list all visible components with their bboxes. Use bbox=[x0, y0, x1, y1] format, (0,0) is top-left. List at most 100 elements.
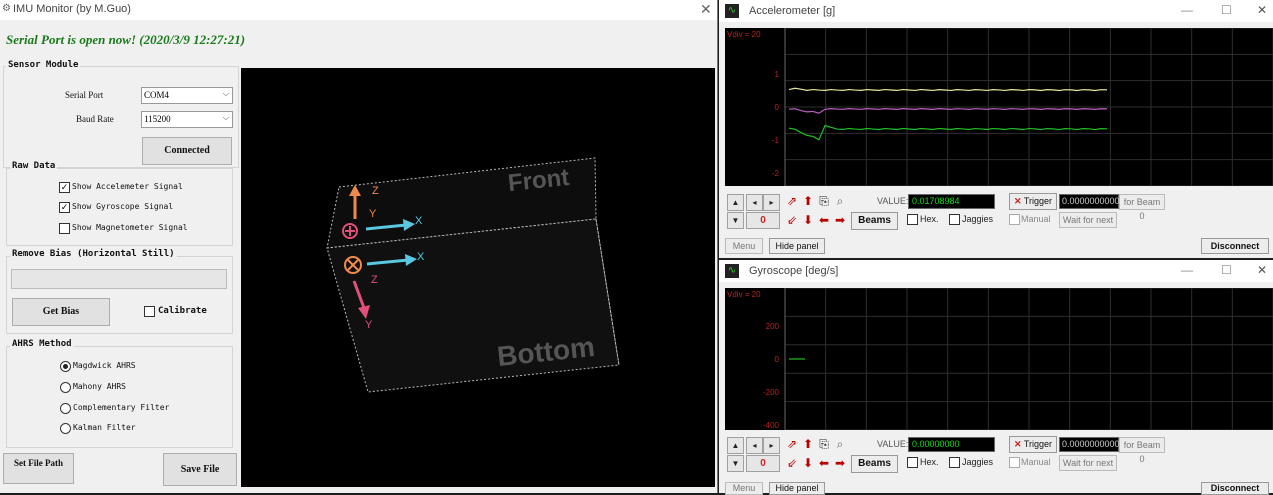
baud-rate-label: Baud Rate bbox=[76, 114, 114, 124]
step-back-button[interactable]: ◂ bbox=[746, 194, 763, 211]
ahrs-option-label: Complementary Filter bbox=[73, 403, 170, 412]
move-right-icon[interactable]: ➡ bbox=[833, 213, 847, 227]
ahrs-radio-complementary[interactable] bbox=[60, 403, 71, 414]
gyro-checkbox[interactable]: ✓ bbox=[59, 202, 70, 213]
minimize-icon[interactable]: — bbox=[1181, 3, 1193, 17]
y-tick-label: 200 bbox=[766, 322, 780, 331]
jaggies-checkbox[interactable] bbox=[949, 457, 960, 468]
trigger-button[interactable]: ✕ Trigger bbox=[1009, 436, 1057, 453]
move-left-icon[interactable]: ⬅ bbox=[817, 456, 831, 470]
close-icon[interactable]: ✕ bbox=[700, 1, 712, 18]
diagonal-tool-icon[interactable]: ⇙ bbox=[785, 456, 799, 470]
disconnect-button[interactable]: Disconnect bbox=[1201, 482, 1269, 495]
gyroscope-window: ∿ Gyroscope [deg/s] — ☐ ✕ 200 0 -200 -400 V… bbox=[719, 260, 1273, 495]
wait-for-next-button[interactable]: Wait for next bbox=[1059, 455, 1117, 471]
accelerometer-plot[interactable]: 10-1-2-3 Vdiv = 20 bbox=[725, 28, 1273, 186]
close-icon[interactable]: ✕ bbox=[1257, 263, 1267, 277]
ahrs-radio-mahony[interactable] bbox=[60, 382, 71, 393]
trigger-button[interactable]: ✕ Trigger bbox=[1009, 193, 1057, 210]
chevron-down-icon: ⌵ bbox=[222, 113, 229, 122]
wait-for-next-button[interactable]: Wait for next bbox=[1059, 212, 1117, 228]
scroll-up-button[interactable]: ▲ bbox=[727, 194, 744, 211]
move-up-icon[interactable]: ⬆ bbox=[801, 437, 815, 451]
zoom-icon[interactable]: ⌕ bbox=[833, 437, 847, 451]
app-icon: ⚙ bbox=[2, 3, 11, 14]
get-bias-button[interactable]: Get Bias bbox=[12, 298, 110, 326]
manual-checkbox[interactable] bbox=[1009, 214, 1020, 225]
hide-panel-button[interactable]: Hide panel bbox=[769, 238, 825, 254]
set-file-path-button[interactable]: Set File Path bbox=[3, 453, 74, 484]
zoom-icon[interactable]: ⌕ bbox=[833, 194, 847, 208]
hex-checkbox[interactable] bbox=[907, 457, 918, 468]
y-tick-label: -2 bbox=[772, 169, 780, 178]
hex-checkbox[interactable] bbox=[907, 214, 918, 225]
value-label: VALUE: bbox=[877, 439, 909, 449]
jaggies-label: Jaggies bbox=[962, 457, 994, 467]
scroll-down-button[interactable]: ▼ bbox=[727, 455, 744, 472]
3d-box-render bbox=[326, 157, 620, 393]
cursor-tool-icon[interactable]: ⇗ bbox=[785, 194, 799, 208]
move-left-icon[interactable]: ⬅ bbox=[817, 213, 831, 227]
y-tick-label: 1 bbox=[775, 70, 780, 79]
value-display: 0.01708984 bbox=[908, 194, 995, 209]
mag-checkbox-label: Show Magnetometer Signal bbox=[72, 223, 188, 232]
jaggies-checkbox[interactable] bbox=[949, 214, 960, 225]
value-display: 0.00000000 bbox=[908, 437, 995, 452]
trigger-label: Trigger bbox=[1023, 439, 1053, 449]
trigger-value: 0.0000000000 bbox=[1059, 194, 1120, 209]
hide-panel-button[interactable]: Hide panel bbox=[769, 482, 825, 495]
step-forward-button[interactable]: ▸ bbox=[763, 194, 780, 211]
baud-rate-select[interactable]: 115200 ⌵ bbox=[141, 111, 233, 128]
accel-control-panel: ▲ ◂ ▸ ▼ 0 ⇗ ⬆ ⎘ ⌕ ⇙ ⬇ ⬅ ➡ VALUE: 0.01708… bbox=[719, 190, 1273, 256]
for-beam-button[interactable]: for Beam 0 bbox=[1119, 437, 1165, 464]
cursor-tool-icon[interactable]: ⇗ bbox=[785, 437, 799, 451]
side-y-axis-label: Y bbox=[365, 319, 373, 331]
y-tick-label: 0 bbox=[775, 355, 780, 364]
jaggies-label: Jaggies bbox=[962, 214, 994, 224]
top-x-axis-label: X bbox=[415, 215, 423, 227]
ahrs-radio-madgwick[interactable] bbox=[60, 361, 71, 372]
export-icon[interactable]: ⎘ bbox=[817, 194, 831, 208]
for-beam-button[interactable]: for Beam 0 bbox=[1119, 194, 1165, 221]
gyroscope-plot[interactable]: 200 0 -200 -400 Vdiv = 20 bbox=[725, 288, 1273, 430]
step-back-button[interactable]: ◂ bbox=[746, 437, 763, 454]
menu-button[interactable]: Menu bbox=[725, 482, 763, 495]
maximize-icon[interactable]: ☐ bbox=[1221, 263, 1232, 277]
disconnect-button[interactable]: Disconnect bbox=[1201, 238, 1269, 254]
move-up-icon[interactable]: ⬆ bbox=[801, 194, 815, 208]
top-z-axis-label: Z bbox=[372, 185, 379, 197]
title-bar: ⚙ IMU Monitor (by M.Guo) ✕ bbox=[0, 0, 717, 20]
accel-checkbox[interactable]: ✓ bbox=[59, 182, 70, 193]
close-icon[interactable]: ✕ bbox=[1257, 3, 1267, 17]
top-y-axis-label: Y bbox=[369, 208, 377, 220]
serial-port-select[interactable]: COM4 ⌵ bbox=[141, 87, 233, 104]
diagonal-tool-icon[interactable]: ⇙ bbox=[785, 213, 799, 227]
side-z-axis-label: Z bbox=[371, 274, 378, 286]
move-down-icon[interactable]: ⬇ bbox=[801, 456, 815, 470]
trigger-label: Trigger bbox=[1023, 196, 1053, 206]
manual-checkbox[interactable] bbox=[1009, 457, 1020, 468]
beams-button[interactable]: Beams bbox=[851, 455, 898, 473]
ahrs-radio-kalman[interactable] bbox=[60, 423, 71, 434]
ahrs-heading: AHRS Method bbox=[10, 339, 74, 349]
calibrate-checkbox[interactable] bbox=[144, 306, 155, 317]
move-right-icon[interactable]: ➡ bbox=[833, 456, 847, 470]
save-file-button[interactable]: Save File bbox=[163, 453, 237, 486]
export-icon[interactable]: ⎘ bbox=[817, 437, 831, 451]
move-down-icon[interactable]: ⬇ bbox=[801, 213, 815, 227]
menu-button[interactable]: Menu bbox=[725, 238, 763, 254]
step-forward-button[interactable]: ▸ bbox=[763, 437, 780, 454]
manual-label: Manual bbox=[1021, 214, 1051, 224]
scroll-down-button[interactable]: ▼ bbox=[727, 212, 744, 229]
beams-button[interactable]: Beams bbox=[851, 212, 898, 230]
imu-monitor-window: ⚙ IMU Monitor (by M.Guo) ✕ Serial Port i… bbox=[0, 0, 718, 493]
3d-view[interactable]: Front Bottom Z Y X Z Y X bbox=[241, 68, 715, 487]
minimize-icon[interactable]: — bbox=[1181, 263, 1193, 277]
mag-checkbox[interactable] bbox=[59, 223, 70, 234]
maximize-icon[interactable]: ☐ bbox=[1221, 3, 1232, 17]
connect-button[interactable]: Connected bbox=[142, 137, 232, 165]
trigger-value: 0.0000000000 bbox=[1059, 437, 1120, 452]
title-bar: ∿ Gyroscope [deg/s] — ☐ ✕ bbox=[719, 260, 1273, 282]
scroll-up-button[interactable]: ▲ bbox=[727, 437, 744, 454]
side-x-axis-label: X bbox=[417, 251, 425, 263]
